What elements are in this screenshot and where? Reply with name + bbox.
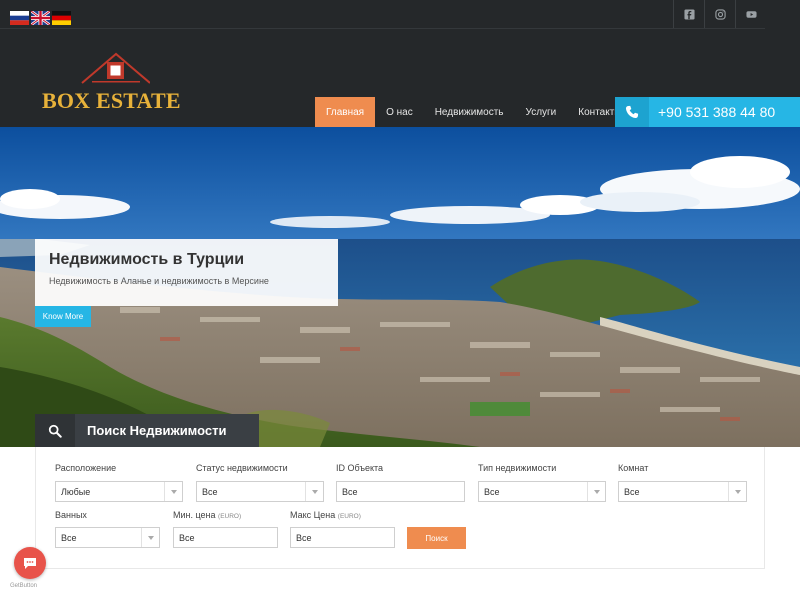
rooms-select[interactable]: Все (618, 481, 747, 502)
english-flag-icon[interactable] (31, 11, 50, 25)
chevron-down-icon (735, 490, 741, 494)
object-id-value: Все (342, 486, 358, 497)
status-label: Статус недвижимости (196, 463, 288, 473)
type-select[interactable]: Все (478, 481, 606, 502)
chevron-down-icon (171, 490, 177, 494)
rooms-value: Все (624, 486, 640, 497)
content-area (0, 569, 800, 600)
page: BOX ESTATE Главная О нас Недвижимость Ус… (0, 0, 800, 600)
hero-caption: Недвижимость в Турции Недвижимость в Ала… (35, 239, 338, 306)
chevron-down-icon (148, 536, 154, 540)
location-select[interactable]: Любые (55, 481, 183, 502)
max-price-unit: (EURO) (337, 513, 361, 520)
search-tab-label: Поиск Недвижимости (87, 423, 227, 438)
phone-icon (615, 97, 649, 127)
status-select[interactable]: Все (196, 481, 324, 502)
youtube-icon[interactable] (735, 0, 766, 28)
object-id-input[interactable]: Все (336, 481, 465, 502)
nav-item-about[interactable]: О нас (375, 97, 424, 127)
main-nav: Главная О нас Недвижимость Услуги Контак… (315, 97, 632, 127)
social-links (673, 0, 766, 28)
phone-number[interactable]: +90 531 388 44 80 (649, 104, 775, 120)
site-header: BOX ESTATE Главная О нас Недвижимость Ус… (0, 0, 800, 127)
max-price-input[interactable]: Все (290, 527, 395, 548)
house-logo-icon (81, 52, 150, 84)
getbutton-credit[interactable]: GetButton (10, 583, 37, 589)
status-value: Все (202, 486, 218, 497)
search-tab[interactable]: Поиск Недвижимости (35, 414, 259, 447)
chevron-down-icon (594, 490, 600, 494)
facebook-icon[interactable] (673, 0, 704, 28)
min-price-label: Мин. цена (EURO) (173, 510, 241, 520)
type-label: Тип недвижимости (478, 463, 557, 473)
min-price-value: Все (179, 532, 195, 543)
language-switcher (10, 11, 71, 25)
hero-subtitle: Недвижимость в Аланье и недвижимость в М… (49, 276, 269, 286)
bathrooms-label: Ванных (55, 510, 87, 520)
type-value: Все (484, 486, 500, 497)
chat-widget-button[interactable] (14, 547, 46, 579)
max-price-label: Макс Цена (EURO) (290, 510, 361, 520)
search-icon (35, 414, 75, 447)
object-id-label: ID Объекта (336, 463, 384, 473)
russian-flag-icon[interactable] (10, 11, 29, 25)
location-label: Расположение (55, 463, 117, 473)
location-value: Любые (61, 486, 91, 497)
bathrooms-value: Все (61, 532, 77, 543)
property-search-form: Расположение Статус недвижимости ID Объе… (35, 447, 765, 569)
hero-slider: Недвижимость в Турции Недвижимость в Ала… (0, 127, 800, 447)
site-logo[interactable]: BOX ESTATE (40, 50, 190, 114)
search-button[interactable]: Поиск (407, 527, 466, 549)
min-price-label-text: Мин. цена (173, 510, 216, 520)
nav-item-home[interactable]: Главная (315, 97, 376, 127)
header-divider (0, 28, 765, 29)
max-price-value: Все (296, 532, 312, 543)
nav-item-property[interactable]: Недвижимость (424, 97, 515, 127)
german-flag-icon[interactable] (52, 11, 71, 25)
min-price-unit: (EURO) (218, 513, 242, 520)
instagram-icon[interactable] (704, 0, 735, 28)
min-price-input[interactable]: Все (173, 527, 278, 548)
bathrooms-select[interactable]: Все (55, 527, 160, 548)
phone-contact[interactable]: +90 531 388 44 80 (615, 97, 800, 127)
nav-item-services[interactable]: Услуги (515, 97, 568, 127)
rooms-label: Комнат (618, 463, 649, 473)
know-more-button[interactable]: Know More (35, 306, 91, 327)
max-price-label-text: Макс Цена (290, 510, 336, 520)
chat-icon (24, 558, 36, 569)
logo-text: BOX ESTATE (42, 88, 181, 113)
chevron-down-icon (312, 490, 318, 494)
hero-title: Недвижимость в Турции (49, 251, 245, 268)
